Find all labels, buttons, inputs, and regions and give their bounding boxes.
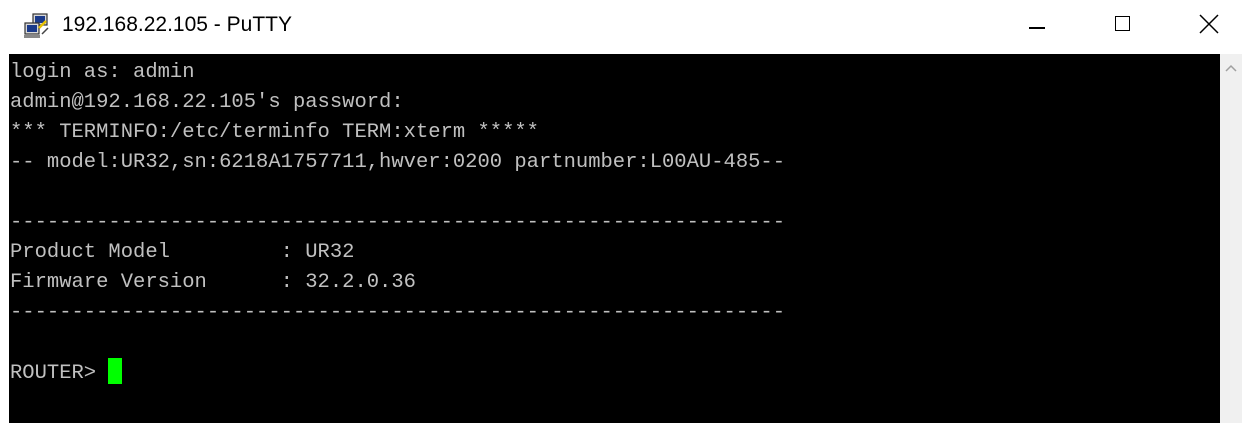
close-button[interactable] [1180, 0, 1238, 54]
terminal-line: *** TERMINFO:/etc/terminfo TERM:xterm **… [10, 121, 539, 144]
terminal-line: admin@192.168.22.105's password: [10, 91, 404, 114]
terminal-line: login as: admin [10, 61, 195, 84]
window-title: 192.168.22.105 - PuTTY [62, 13, 292, 36]
putty-icon[interactable] [22, 12, 52, 40]
scroll-up-arrow-icon[interactable] [1225, 64, 1237, 72]
terminal-line: Firmware Version : 32.2.0.36 [10, 271, 416, 294]
terminal-screen[interactable]: login as: admin admin@192.168.22.105's p… [9, 54, 1220, 423]
terminal-line: Product Model : UR32 [10, 241, 355, 264]
close-icon [1199, 14, 1219, 34]
title-bar[interactable]: 192.168.22.105 - PuTTY [0, 0, 1242, 54]
command-prompt-line[interactable]: ROUTER> [10, 358, 123, 388]
terminal-separator: ----------------------------------------… [10, 301, 786, 324]
prompt-text: ROUTER> [10, 362, 109, 385]
maximize-icon [1115, 16, 1130, 31]
minimize-icon [1029, 27, 1045, 29]
terminal-separator: ----------------------------------------… [10, 211, 786, 234]
vertical-scrollbar[interactable] [1220, 54, 1242, 423]
putty-window: 192.168.22.105 - PuTTY login as: admin a… [0, 0, 1242, 423]
terminal-line: -- model:UR32,sn:6218A1757711,hwver:0200… [10, 151, 786, 174]
minimize-button[interactable] [1008, 0, 1066, 54]
text-cursor [108, 358, 123, 384]
maximize-button[interactable] [1094, 0, 1152, 54]
